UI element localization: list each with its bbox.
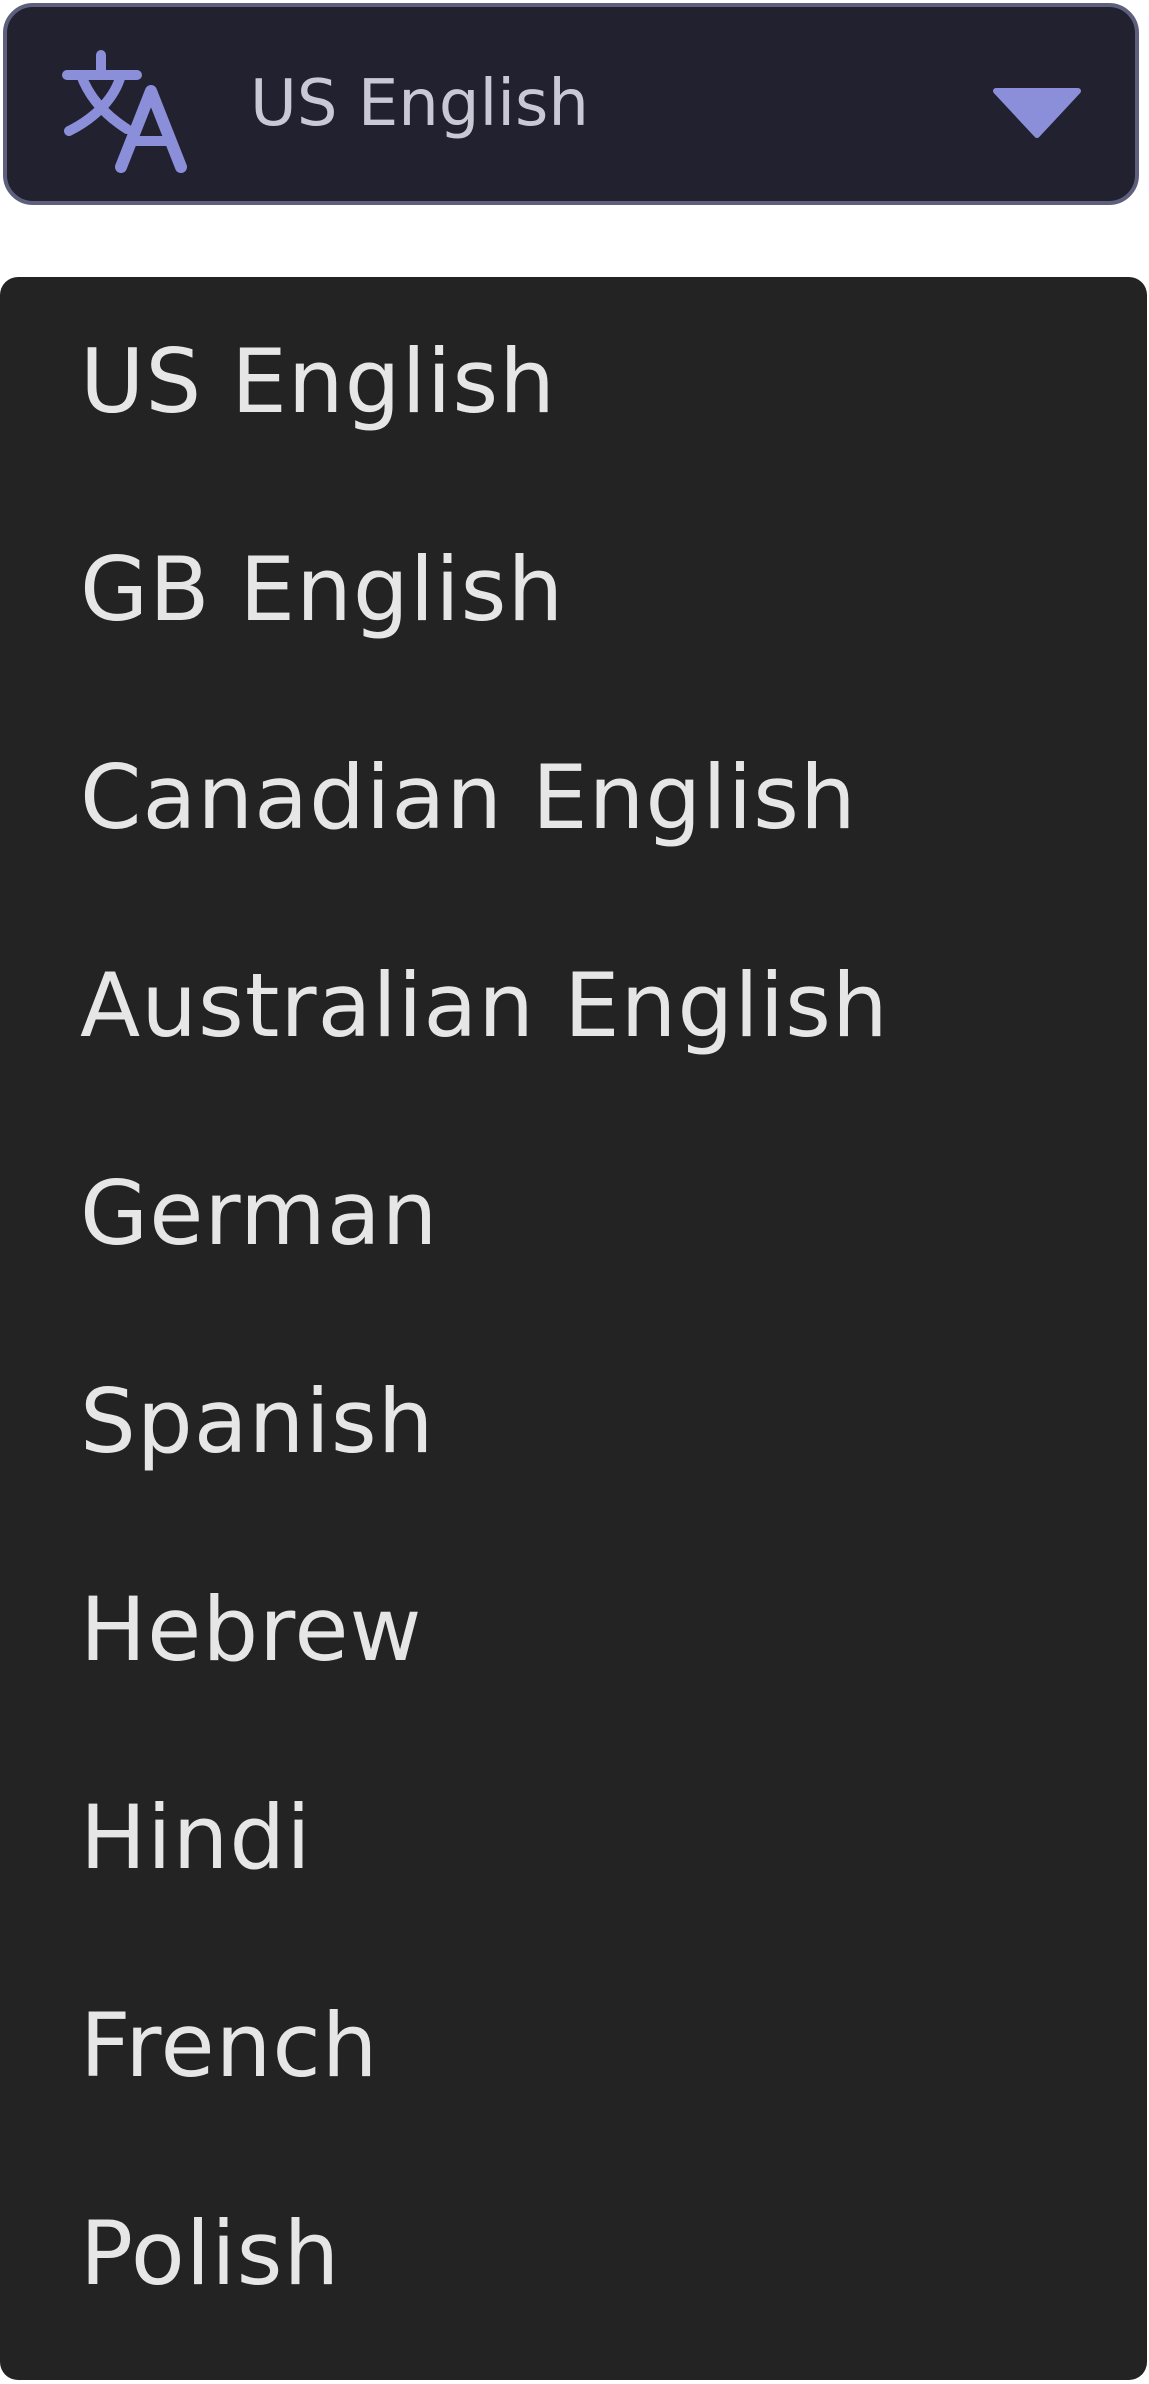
selected-language: US English xyxy=(250,67,589,141)
language-option-polish[interactable]: Polish xyxy=(0,2149,1147,2357)
language-option-label: GB English xyxy=(80,537,565,641)
language-option-gb-english[interactable]: GB English xyxy=(0,485,1147,693)
language-select[interactable]: US English xyxy=(3,3,1139,205)
language-option-spanish[interactable]: Spanish xyxy=(0,1317,1147,1525)
language-option-label: German xyxy=(80,1161,439,1265)
language-option-label: Canadian English xyxy=(80,745,857,849)
language-option-label: Polish xyxy=(80,2201,341,2305)
language-option-french[interactable]: French xyxy=(0,1941,1147,2149)
language-option-label: French xyxy=(80,1993,379,2097)
language-option-label: Hebrew xyxy=(80,1577,423,1681)
chevron-down-icon[interactable] xyxy=(992,87,1082,139)
language-option-label: Spanish xyxy=(80,1369,435,1473)
language-dropdown-menu: US English GB English Canadian English A… xyxy=(0,277,1147,2380)
language-option-german[interactable]: German xyxy=(0,1109,1147,1317)
language-option-us-english[interactable]: US English xyxy=(0,277,1147,485)
language-option-label: US English xyxy=(80,329,556,433)
language-option-label: Hindi xyxy=(80,1785,312,1889)
language-option-canadian-english[interactable]: Canadian English xyxy=(0,693,1147,901)
language-option-hebrew[interactable]: Hebrew xyxy=(0,1525,1147,1733)
language-option-australian-english[interactable]: Australian English xyxy=(0,901,1147,1109)
language-option-label: Australian English xyxy=(80,953,889,1057)
language-option-hindi[interactable]: Hindi xyxy=(0,1733,1147,1941)
translate-icon xyxy=(62,50,187,173)
